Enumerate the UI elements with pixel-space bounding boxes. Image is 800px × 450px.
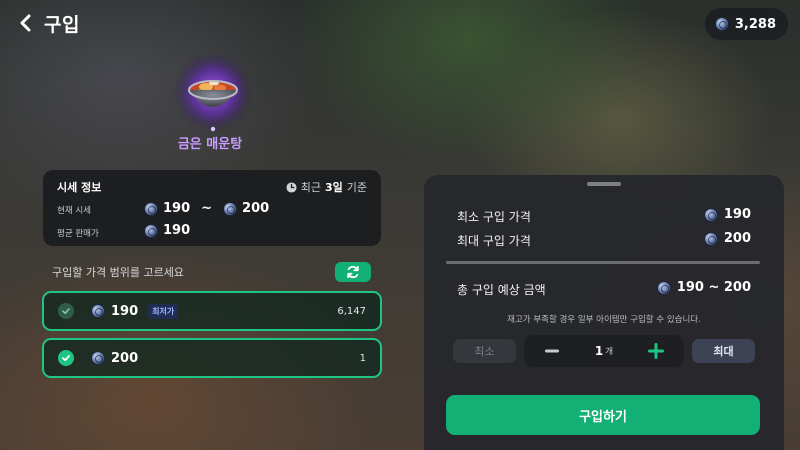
check-icon bbox=[58, 303, 74, 319]
chevron-left-icon bbox=[20, 14, 31, 32]
average-price-label: 평균 판매가 bbox=[57, 229, 99, 239]
divider bbox=[446, 261, 760, 264]
average-price: 190 bbox=[144, 223, 190, 238]
market-info-title: 시세 정보 bbox=[57, 181, 102, 194]
minus-icon[interactable] bbox=[534, 335, 570, 367]
coin-icon bbox=[223, 201, 238, 216]
page-title: 구입 bbox=[44, 14, 80, 36]
option-stock: 1 bbox=[359, 352, 366, 364]
coin-icon bbox=[91, 304, 105, 318]
option-price-value: 190 bbox=[111, 303, 139, 319]
stock-notice: 재고가 부족할 경우 일부 아이템만 구입할 수 있습니다. bbox=[507, 315, 701, 325]
total-estimate-label: 총 구입 예상 금액 bbox=[457, 283, 546, 297]
max-price: 200 bbox=[703, 231, 751, 246]
coin-icon bbox=[144, 223, 158, 238]
quantity-display: 1 개 bbox=[579, 335, 629, 367]
current-price-label: 현재 시세 bbox=[57, 206, 91, 216]
coin-icon bbox=[703, 231, 718, 246]
purchase-panel: 최소 구입 가격 190 최대 구입 가격 200 총 구입 예상 금액 190… bbox=[424, 175, 784, 450]
back-button[interactable] bbox=[14, 12, 36, 34]
plus-icon[interactable] bbox=[638, 335, 674, 367]
max-quantity-button[interactable]: 최대 bbox=[692, 339, 755, 363]
current-price-min: 190 bbox=[163, 201, 191, 216]
currency-balance: 3,288 bbox=[704, 8, 788, 40]
quantity-value: 1 bbox=[594, 344, 604, 358]
drag-handle[interactable] bbox=[587, 182, 621, 186]
clock-icon bbox=[286, 181, 297, 193]
coin-icon bbox=[144, 201, 158, 216]
option-price-value: 200 bbox=[111, 350, 139, 366]
min-quantity-button[interactable]: 최소 bbox=[453, 339, 516, 363]
max-price-label: 최대 구입 가격 bbox=[457, 234, 531, 248]
coin-icon bbox=[656, 280, 671, 295]
currency-amount: 3,288 bbox=[734, 16, 776, 32]
min-price-label: 최소 구입 가격 bbox=[457, 210, 531, 224]
refresh-button[interactable] bbox=[335, 262, 371, 282]
market-basis: 최근 3일 기준 bbox=[286, 179, 367, 195]
min-price-value: 190 bbox=[723, 207, 751, 222]
quantity-unit: 개 bbox=[605, 347, 614, 357]
buy-button[interactable]: 구입하기 bbox=[446, 395, 760, 435]
market-info-card: 시세 정보 최근 3일 기준 현재 시세 190 ~ 200 평균 판매가 19… bbox=[43, 170, 381, 246]
option-stock: 6,147 bbox=[337, 305, 366, 317]
average-price-value: 190 bbox=[163, 223, 191, 238]
lowest-price-badge: 최저가 bbox=[148, 303, 179, 319]
coin-icon bbox=[703, 207, 718, 222]
min-price: 190 bbox=[703, 207, 751, 222]
item-image bbox=[170, 52, 256, 138]
current-price-range: 190 ~ 200 bbox=[144, 201, 269, 216]
range-separator: ~ bbox=[201, 201, 213, 216]
market-basis-days: 3일 bbox=[324, 181, 343, 194]
refresh-icon bbox=[347, 265, 359, 279]
current-price-max: 200 bbox=[242, 201, 270, 216]
option-price: 200 bbox=[91, 340, 138, 376]
price-range-prompt: 구입할 가격 범위를 고르세요 bbox=[52, 266, 184, 279]
coin-icon bbox=[91, 351, 105, 365]
option-price: 190 최저가 bbox=[91, 293, 179, 329]
price-option-200[interactable]: 200 1 bbox=[42, 338, 382, 378]
coin-icon bbox=[714, 17, 729, 31]
market-basis-suffix: 기준 bbox=[346, 181, 367, 194]
quantity-stepper: 1 개 bbox=[524, 335, 684, 367]
max-price-value: 200 bbox=[723, 231, 751, 246]
check-icon bbox=[58, 350, 74, 366]
market-basis-prefix: 최근 bbox=[300, 181, 321, 194]
total-estimate: 190 ~ 200 bbox=[656, 280, 751, 295]
price-option-190[interactable]: 190 최저가 6,147 bbox=[42, 291, 382, 331]
item-name: 금은 매운탕 bbox=[177, 137, 243, 152]
total-estimate-value: 190 ~ 200 bbox=[676, 280, 751, 295]
